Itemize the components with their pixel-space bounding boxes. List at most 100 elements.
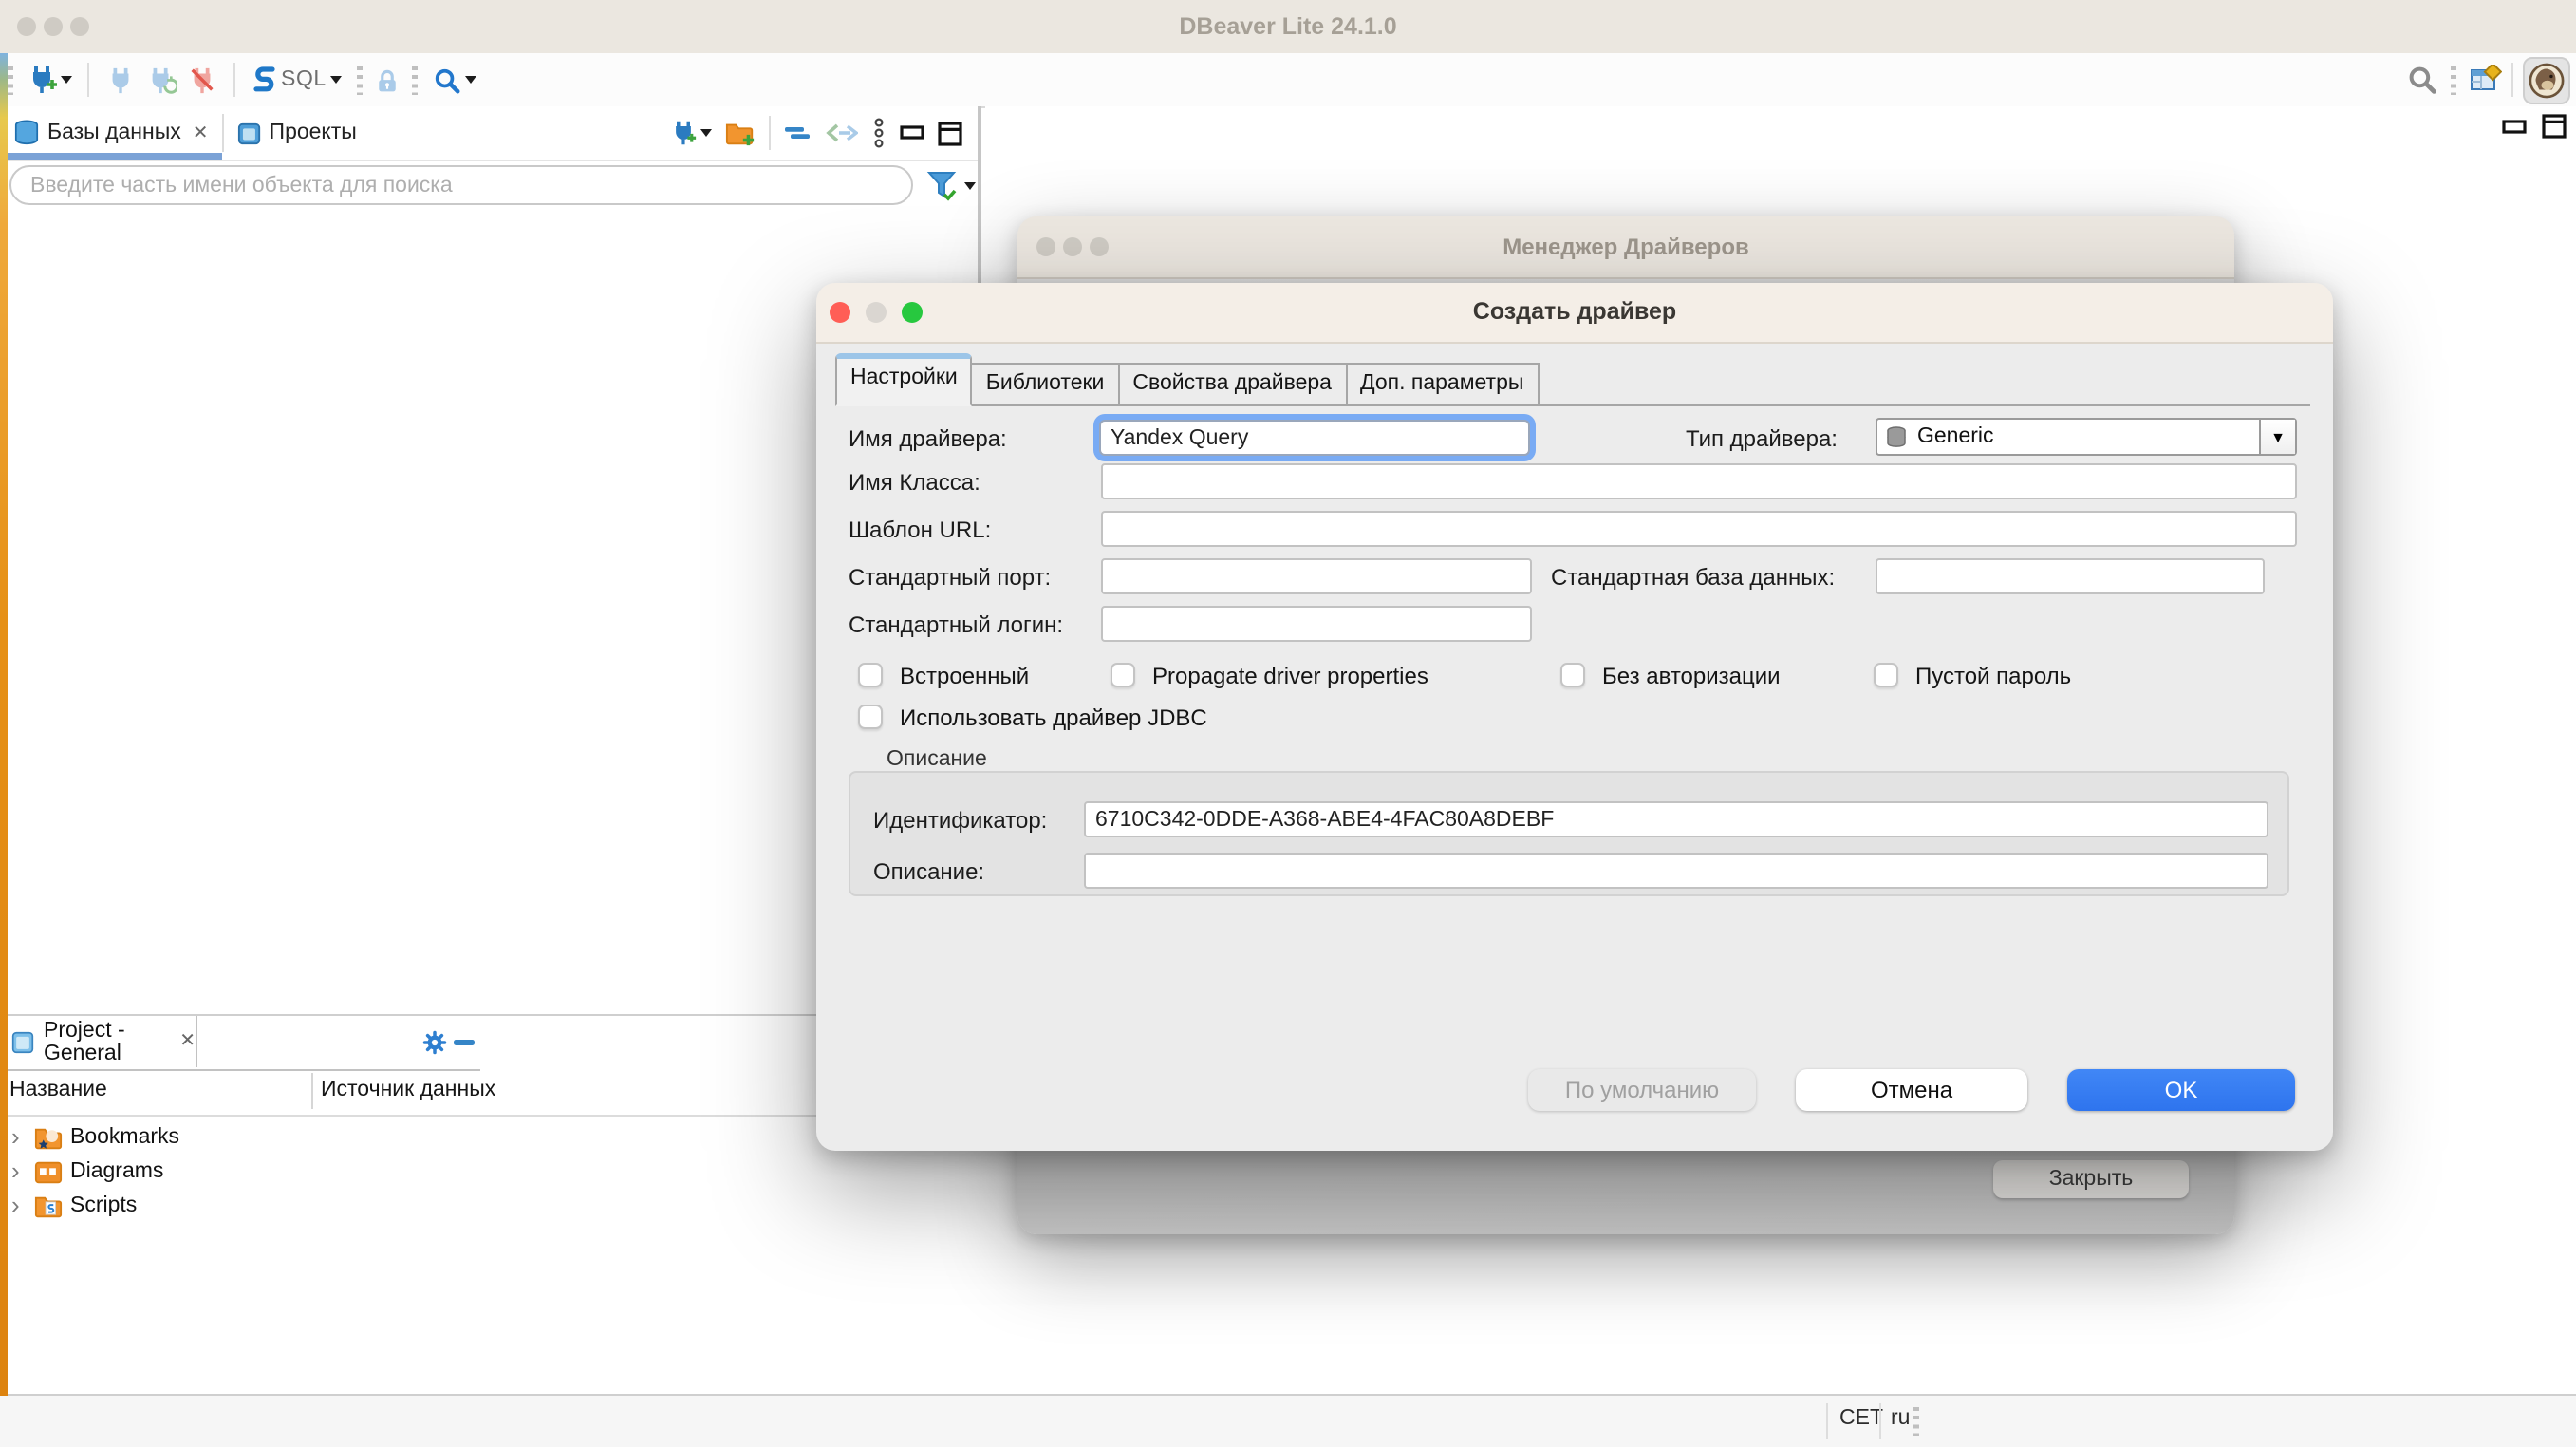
statusbar-grip bbox=[1913, 1407, 1919, 1436]
disconnect-button[interactable] bbox=[188, 66, 216, 94]
diagrams-folder-icon bbox=[34, 1159, 63, 1184]
default-database-input[interactable] bbox=[1876, 558, 2265, 594]
window-edge-stripe bbox=[0, 53, 7, 1396]
tab-driver-properties[interactable]: Свойства драйвера bbox=[1117, 363, 1347, 406]
column-divider[interactable] bbox=[311, 1073, 313, 1109]
new-connection-button[interactable] bbox=[23, 61, 76, 99]
embedded-checkbox-label: Встроенный bbox=[900, 663, 1029, 689]
minimize-view-icon[interactable] bbox=[900, 122, 924, 144]
database-icon bbox=[13, 120, 40, 146]
chevron-down-icon bbox=[61, 76, 72, 84]
tab-extra-parameters[interactable]: Доп. параметры bbox=[1345, 363, 1539, 406]
new-connection-small-button[interactable] bbox=[670, 120, 712, 146]
tab-project-general[interactable]: Project - General ✕ bbox=[0, 1016, 197, 1067]
driver-type-label: Тип драйвера: bbox=[1686, 425, 1838, 452]
tab-libraries[interactable]: Библиотеки bbox=[971, 363, 1120, 406]
view-menu-icon[interactable] bbox=[871, 118, 887, 148]
link-with-editor-icon[interactable] bbox=[824, 122, 858, 144]
expand-chevron-icon[interactable]: › bbox=[11, 1128, 27, 1147]
minimize-view-icon[interactable] bbox=[2502, 116, 2527, 139]
ok-button[interactable]: OK bbox=[2067, 1069, 2295, 1111]
filter-icon[interactable] bbox=[926, 169, 961, 203]
description-input[interactable] bbox=[1084, 853, 2268, 889]
defaults-button[interactable]: По умолчанию bbox=[1528, 1069, 1756, 1111]
project-icon bbox=[11, 1030, 34, 1053]
maximize-view-icon[interactable] bbox=[2542, 114, 2567, 139]
database-gray-icon bbox=[1885, 424, 1908, 449]
column-name-header[interactable]: Название bbox=[9, 1079, 107, 1101]
tab-databases[interactable]: Базы данных ✕ bbox=[0, 106, 222, 160]
expand-chevron-icon[interactable]: › bbox=[11, 1162, 27, 1181]
navigator-tabrow: Базы данных ✕ Проекты bbox=[0, 106, 978, 161]
bookmarks-folder-icon bbox=[34, 1125, 63, 1150]
window-title: DBeaver Lite 24.1.0 bbox=[0, 13, 2576, 40]
timezone-indicator[interactable]: CET bbox=[1839, 1407, 1883, 1430]
no-auth-label: Без авторизации bbox=[1602, 663, 1781, 689]
class-name-label: Имя Класса: bbox=[849, 469, 980, 496]
user-avatar[interactable] bbox=[2523, 56, 2570, 103]
class-name-input[interactable] bbox=[1101, 463, 2297, 499]
embedded-checkbox[interactable] bbox=[858, 663, 883, 687]
status-bar: CET ru bbox=[0, 1394, 2576, 1447]
locale-indicator[interactable]: ru bbox=[1891, 1407, 1910, 1430]
close-dialog-button[interactable]: Закрыть bbox=[1993, 1160, 2189, 1198]
no-auth-checkbox[interactable] bbox=[1560, 663, 1585, 687]
new-folder-icon[interactable] bbox=[725, 120, 756, 146]
scripts-folder-icon bbox=[34, 1193, 63, 1218]
tab-databases-label: Базы данных bbox=[47, 122, 181, 144]
reconnect-button[interactable] bbox=[146, 66, 177, 94]
chevron-down-icon[interactable] bbox=[964, 182, 976, 190]
tab-settings[interactable]: Настройки bbox=[835, 353, 973, 406]
projects-icon bbox=[237, 121, 262, 145]
gear-icon[interactable] bbox=[421, 1029, 448, 1056]
empty-password-checkbox[interactable] bbox=[1874, 663, 1898, 687]
url-template-input[interactable] bbox=[1101, 511, 2297, 547]
create-driver-dialog: Создать драйвер Настройки Библиотеки Сво… bbox=[816, 283, 2333, 1151]
project-tabstrip: Project - General ✕ bbox=[0, 1016, 480, 1071]
identifier-input[interactable] bbox=[1084, 801, 2268, 837]
object-search-input[interactable] bbox=[9, 165, 913, 205]
lock-icon[interactable] bbox=[374, 66, 401, 94]
tree-item-diagrams[interactable]: › Diagrams bbox=[0, 1155, 981, 1189]
create-driver-title: Создать драйвер bbox=[816, 298, 2333, 325]
maximize-view-icon[interactable] bbox=[938, 121, 962, 145]
sql-editor-button[interactable]: SQL bbox=[247, 61, 345, 99]
empty-password-label: Пустой пароль bbox=[1915, 663, 2071, 689]
description-group-title: Описание bbox=[887, 748, 987, 771]
perspective-icon[interactable] bbox=[2470, 65, 2502, 95]
propagate-properties-checkbox[interactable] bbox=[1111, 663, 1135, 687]
plug-new-icon bbox=[27, 65, 57, 95]
url-template-label: Шаблон URL: bbox=[849, 517, 991, 543]
default-user-input[interactable] bbox=[1101, 606, 1532, 642]
driver-manager-titlebar: Менеджер Драйверов bbox=[1017, 216, 2234, 279]
use-jdbc-checkbox[interactable] bbox=[858, 705, 883, 729]
default-database-label: Стандартная база данных: bbox=[1551, 564, 1835, 591]
tree-item-label: Scripts bbox=[70, 1194, 137, 1217]
cancel-button[interactable]: Отмена bbox=[1796, 1069, 2027, 1111]
column-datasource-header[interactable]: Источник данных bbox=[321, 1079, 495, 1101]
tab-projects[interactable]: Проекты bbox=[224, 106, 370, 160]
close-tab-icon[interactable]: ✕ bbox=[193, 122, 209, 143]
driver-name-input[interactable] bbox=[1099, 420, 1530, 456]
propagate-properties-label: Propagate driver properties bbox=[1152, 663, 1428, 689]
identifier-label: Идентификатор: bbox=[873, 807, 1047, 834]
tree-item-scripts[interactable]: › Scripts bbox=[0, 1189, 981, 1223]
tree-item-label: Bookmarks bbox=[70, 1126, 179, 1149]
driver-type-combo[interactable]: Generic ▼ bbox=[1876, 418, 2297, 456]
expand-chevron-icon[interactable]: › bbox=[11, 1196, 27, 1215]
chevron-down-icon bbox=[700, 129, 712, 137]
default-user-label: Стандартный логин: bbox=[849, 611, 1063, 638]
minimize-view-icon[interactable] bbox=[454, 1039, 476, 1046]
driver-type-value: Generic bbox=[1917, 425, 1994, 448]
dbeaver-window: DBeaver Lite 24.1.0 SQL bbox=[0, 0, 2576, 1447]
close-tab-icon[interactable]: ✕ bbox=[179, 1031, 196, 1052]
collapse-all-icon[interactable] bbox=[784, 122, 811, 144]
default-port-input[interactable] bbox=[1101, 558, 1532, 594]
combo-dropdown-button[interactable]: ▼ bbox=[2259, 420, 2295, 454]
sql-label: SQL bbox=[281, 68, 327, 91]
connect-button[interactable] bbox=[106, 66, 135, 94]
search-toolbar-button[interactable] bbox=[429, 62, 480, 98]
tab-projects-label: Проекты bbox=[270, 122, 357, 144]
toolbar-grip[interactable] bbox=[8, 66, 13, 94]
quick-search-icon[interactable] bbox=[2407, 65, 2437, 95]
